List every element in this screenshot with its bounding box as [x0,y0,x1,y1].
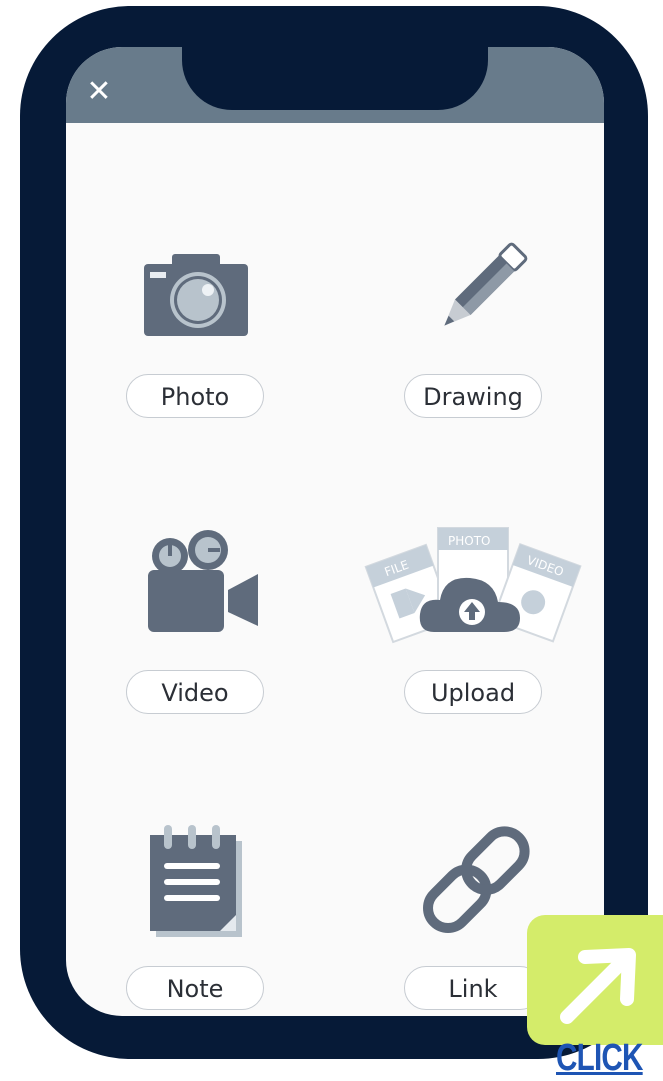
drawing-button[interactable]: Drawing [404,374,542,418]
note-button[interactable]: Note [126,966,264,1010]
photo-button[interactable]: Photo [126,374,264,418]
phone-notch [182,40,488,110]
close-button[interactable]: ✕ [82,75,116,109]
video-button[interactable]: Video [126,670,264,714]
notepad-icon [150,825,242,937]
click-link[interactable]: CLICK [556,1037,643,1080]
link-button[interactable]: Link [404,966,542,1010]
pencil-icon [444,242,528,326]
arrow-up-right-icon [560,948,636,1024]
upload-button[interactable]: Upload [404,670,542,714]
video-camera-icon [148,530,258,632]
upload-card-photo-label: PHOTO [448,534,490,548]
cloud-upload-icon: FILE PHOTO VIDEO [364,527,582,644]
camera-icon [144,254,248,336]
click-badge[interactable] [527,915,663,1045]
chain-link-icon [423,826,530,933]
